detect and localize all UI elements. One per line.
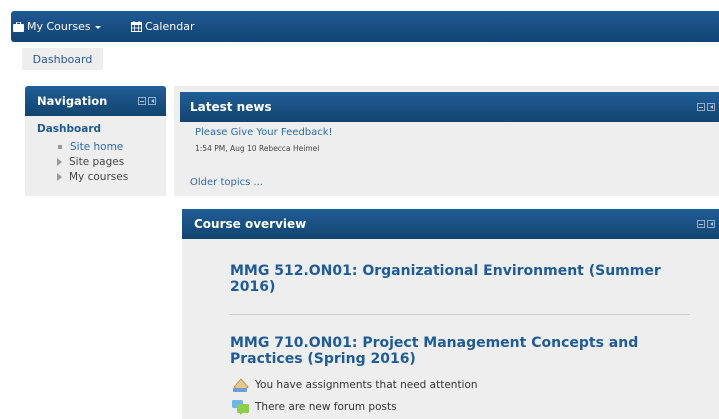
assignment-alert[interactable]: You have assignments that need attention [232, 377, 478, 393]
nav-item-label: Site pages [69, 155, 125, 168]
news-post-link[interactable]: Please Give Your Feedback! [195, 127, 333, 138]
forum-icon [232, 400, 249, 415]
minimize-icon[interactable] [697, 103, 705, 111]
course-overview-block: Course overview MMG 512.ON01: Organizati… [182, 209, 719, 419]
nav-item-label: My courses [69, 170, 129, 183]
nav-item-label: Site home [70, 140, 124, 153]
latest-news-block: Latest news Please Give Your Feedback! 1… [174, 86, 719, 196]
latest-news-header: Latest news [180, 92, 719, 122]
dock-icon[interactable] [707, 103, 715, 111]
navigation-header: Navigation [25, 86, 166, 116]
breadcrumb-dashboard[interactable]: Dashboard [22, 48, 103, 70]
calendar-icon [131, 21, 142, 32]
nav-dashboard-link[interactable]: Dashboard [37, 123, 101, 135]
latest-news-title: Latest news [190, 100, 272, 114]
minimize-icon[interactable] [697, 220, 705, 228]
dock-icon[interactable] [707, 220, 715, 228]
course-divider [229, 314, 690, 315]
dock-icon[interactable] [148, 97, 156, 105]
my-courses-menu[interactable]: My Courses [13, 11, 101, 42]
assignment-icon [233, 378, 249, 392]
my-courses-label: My Courses [27, 20, 91, 33]
breadcrumb-label: Dashboard [32, 52, 93, 66]
older-topics-link[interactable]: Older topics ... [190, 177, 263, 188]
assignment-alert-text: You have assignments that need attention [255, 379, 478, 391]
news-post-meta: 1:54 PM, Aug 10 Rebecca Heimel [195, 144, 320, 153]
square-bullet-icon [58, 144, 62, 149]
briefcase-icon [13, 21, 24, 32]
chevron-down-icon [94, 25, 101, 29]
expand-arrow-icon[interactable] [57, 157, 62, 166]
course-overview-title: Course overview [194, 217, 307, 231]
course-overview-header: Course overview [182, 209, 719, 239]
nav-item-my-courses[interactable]: My courses [57, 169, 128, 184]
calendar-label: Calendar [145, 20, 195, 33]
minimize-icon[interactable] [138, 97, 146, 105]
expand-arrow-icon[interactable] [57, 172, 62, 181]
nav-item-site-home[interactable]: Site home [57, 139, 128, 154]
calendar-menu[interactable]: Calendar [131, 11, 194, 42]
course-link-mmg-512[interactable]: MMG 512.ON01: Organizational Environment… [230, 263, 670, 295]
forum-alert[interactable]: There are new forum posts [232, 399, 397, 415]
course-link-mmg-710[interactable]: MMG 710.ON01: Project Management Concept… [230, 335, 670, 367]
nav-item-site-pages[interactable]: Site pages [57, 154, 128, 169]
navigation-block: Navigation Dashboard Site home Site page… [25, 86, 166, 196]
navigation-title: Navigation [37, 94, 108, 108]
top-nav-bar: My Courses Calendar [11, 11, 719, 42]
forum-alert-text: There are new forum posts [255, 401, 397, 413]
